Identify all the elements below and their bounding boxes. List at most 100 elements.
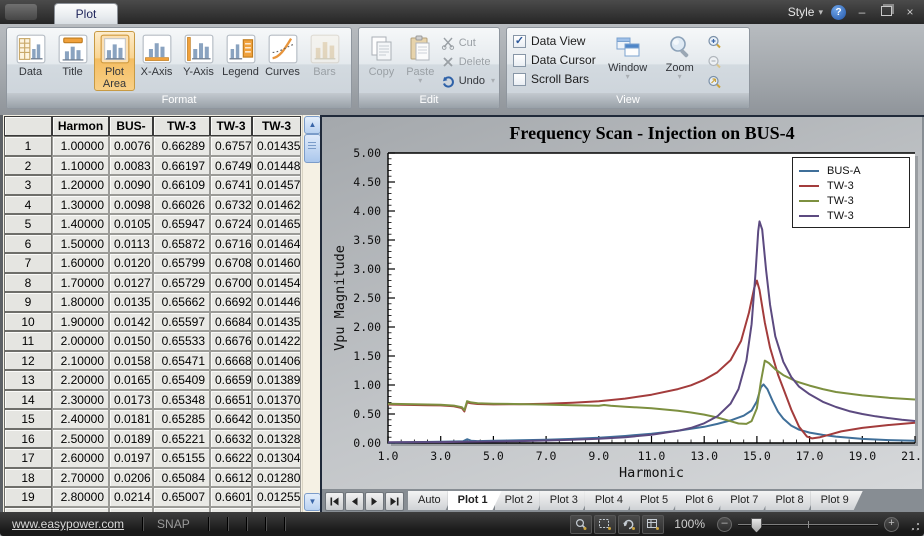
- table-cell[interactable]: 0.01370: [252, 390, 301, 410]
- row-header[interactable]: 8: [4, 273, 52, 293]
- table-cell[interactable]: 0.65872: [153, 234, 210, 254]
- zoom-fit-icon[interactable]: [706, 74, 723, 91]
- table-cell[interactable]: 0.6601: [210, 487, 252, 507]
- restore-button[interactable]: [878, 4, 894, 20]
- delete-button[interactable]: Delete: [441, 54, 495, 70]
- format-button-legend[interactable]: Legend: [220, 31, 261, 91]
- table-cell[interactable]: 0.0206: [109, 468, 153, 488]
- table-cell[interactable]: 0.6716: [210, 234, 252, 254]
- table-cell[interactable]: 1.60000: [52, 253, 109, 273]
- resize-grip[interactable]: [907, 518, 920, 531]
- table-cell[interactable]: 1.90000: [52, 312, 109, 332]
- table-cell[interactable]: 0.0083: [109, 156, 153, 176]
- table-cell[interactable]: 0.65007: [153, 487, 210, 507]
- zoom-out-button[interactable]: –: [717, 517, 732, 532]
- row-header[interactable]: 5: [4, 214, 52, 234]
- row-header[interactable]: 11: [4, 331, 52, 351]
- table-cell[interactable]: 0.65729: [153, 273, 210, 293]
- table-cell[interactable]: 0.66026: [153, 195, 210, 215]
- table-cell[interactable]: 0.01422: [252, 331, 301, 351]
- checkbox-data-cursor[interactable]: Data Cursor: [513, 53, 596, 67]
- checkbox-data-view[interactable]: ✓Data View: [513, 34, 596, 48]
- table-cell[interactable]: 2.10000: [52, 351, 109, 371]
- table-cell[interactable]: 0.65084: [153, 468, 210, 488]
- app-menu-icon[interactable]: [5, 4, 37, 20]
- table-cell[interactable]: 0.6632: [210, 429, 252, 449]
- table-cell[interactable]: 0.65221: [153, 429, 210, 449]
- prev-plot-icon[interactable]: [345, 492, 364, 511]
- style-menu[interactable]: Style: [788, 5, 815, 19]
- plot-tab-plot-2[interactable]: Plot 2: [495, 491, 547, 510]
- plot-tab-plot-9[interactable]: Plot 9: [811, 491, 863, 510]
- checkbox-scroll-bars[interactable]: Scroll Bars: [513, 72, 596, 86]
- table-cell[interactable]: 0.0214: [109, 487, 153, 507]
- table-cell[interactable]: 0.65409: [153, 370, 210, 390]
- column-header[interactable]: TW-3: [252, 116, 301, 136]
- chevron-down-icon[interactable]: ▾: [818, 7, 823, 18]
- table-cell[interactable]: 0.6749: [210, 156, 252, 176]
- window-dropdown-icon[interactable]: ▾: [626, 74, 630, 80]
- plot-tab-plot-6[interactable]: Plot 6: [675, 491, 727, 510]
- zoom-database-button[interactable]: [642, 515, 664, 534]
- table-cell[interactable]: 0.6741: [210, 175, 252, 195]
- table-cell[interactable]: 0.01328: [252, 429, 301, 449]
- table-cell[interactable]: 0.0120: [109, 253, 153, 273]
- format-button-x-axis[interactable]: X-Axis: [136, 31, 177, 91]
- zoom-button[interactable]: Zoom ▾: [660, 32, 700, 91]
- table-cell[interactable]: 0.65348: [153, 390, 210, 410]
- zoom-previous-button[interactable]: [618, 515, 640, 534]
- table-cell[interactable]: 0.6642: [210, 409, 252, 429]
- row-header[interactable]: 12: [4, 351, 52, 371]
- checked-checkbox-icon[interactable]: ✓: [513, 35, 526, 48]
- first-plot-icon[interactable]: [325, 492, 344, 511]
- table-cell[interactable]: 0.65285: [153, 409, 210, 429]
- table-cell[interactable]: 0.66197: [153, 156, 210, 176]
- format-button-title[interactable]: Title: [52, 31, 93, 91]
- table-cell[interactable]: 0.01446: [252, 292, 301, 312]
- undo-button[interactable]: Undo ▾: [441, 73, 495, 89]
- table-cell[interactable]: 0.0076: [109, 136, 153, 156]
- table-cell[interactable]: 0.65662: [153, 292, 210, 312]
- table-cell[interactable]: 0.66109: [153, 175, 210, 195]
- table-cell[interactable]: 0.6668: [210, 351, 252, 371]
- table-cell[interactable]: 0.01435: [252, 136, 301, 156]
- column-header[interactable]: [4, 116, 52, 136]
- table-cell[interactable]: 0.65471: [153, 351, 210, 371]
- table-cell[interactable]: 1.30000: [52, 195, 109, 215]
- scroll-up-icon[interactable]: ▲: [304, 116, 320, 134]
- table-cell[interactable]: 0.01304: [252, 448, 301, 468]
- table-cell[interactable]: 1.40000: [52, 214, 109, 234]
- scroll-down-icon[interactable]: ▼: [304, 493, 320, 511]
- column-header[interactable]: BUS-: [109, 116, 153, 136]
- table-cell[interactable]: 2.70000: [52, 468, 109, 488]
- plot-tab-plot-4[interactable]: Plot 4: [585, 491, 637, 510]
- cut-button[interactable]: Cut: [441, 35, 495, 51]
- plot-tab-plot-5[interactable]: Plot 5: [630, 491, 682, 510]
- table-cell[interactable]: 0.0173: [109, 390, 153, 410]
- table-cell[interactable]: 0.6724: [210, 214, 252, 234]
- row-header[interactable]: 15: [4, 409, 52, 429]
- table-cell[interactable]: 0.0142: [109, 312, 153, 332]
- table-cell[interactable]: 0.65947: [153, 214, 210, 234]
- table-cell[interactable]: 0.01464: [252, 234, 301, 254]
- table-cell[interactable]: 0.6732: [210, 195, 252, 215]
- unchecked-checkbox-icon[interactable]: [513, 73, 526, 86]
- table-cell[interactable]: 0.6692: [210, 292, 252, 312]
- zoom-dropdown-icon[interactable]: ▾: [678, 74, 682, 80]
- table-cell[interactable]: 0.65597: [153, 312, 210, 332]
- table-cell[interactable]: 0.65799: [153, 253, 210, 273]
- table-cell[interactable]: 1.20000: [52, 175, 109, 195]
- table-cell[interactable]: 1.70000: [52, 273, 109, 293]
- table-cell[interactable]: 0.0105: [109, 214, 153, 234]
- table-cell[interactable]: 1.10000: [52, 156, 109, 176]
- table-cell[interactable]: 0.6757: [210, 136, 252, 156]
- table-cell[interactable]: 0.0158: [109, 351, 153, 371]
- row-header[interactable]: 10: [4, 312, 52, 332]
- table-cell[interactable]: 0.0090: [109, 175, 153, 195]
- plot-tab-plot-3[interactable]: Plot 3: [540, 491, 592, 510]
- table-cell[interactable]: 0.6708: [210, 253, 252, 273]
- scrollbar-thumb[interactable]: [304, 134, 320, 163]
- table-cell[interactable]: 0.0189: [109, 429, 153, 449]
- help-icon[interactable]: ?: [831, 5, 846, 20]
- table-cell[interactable]: 0.0098: [109, 195, 153, 215]
